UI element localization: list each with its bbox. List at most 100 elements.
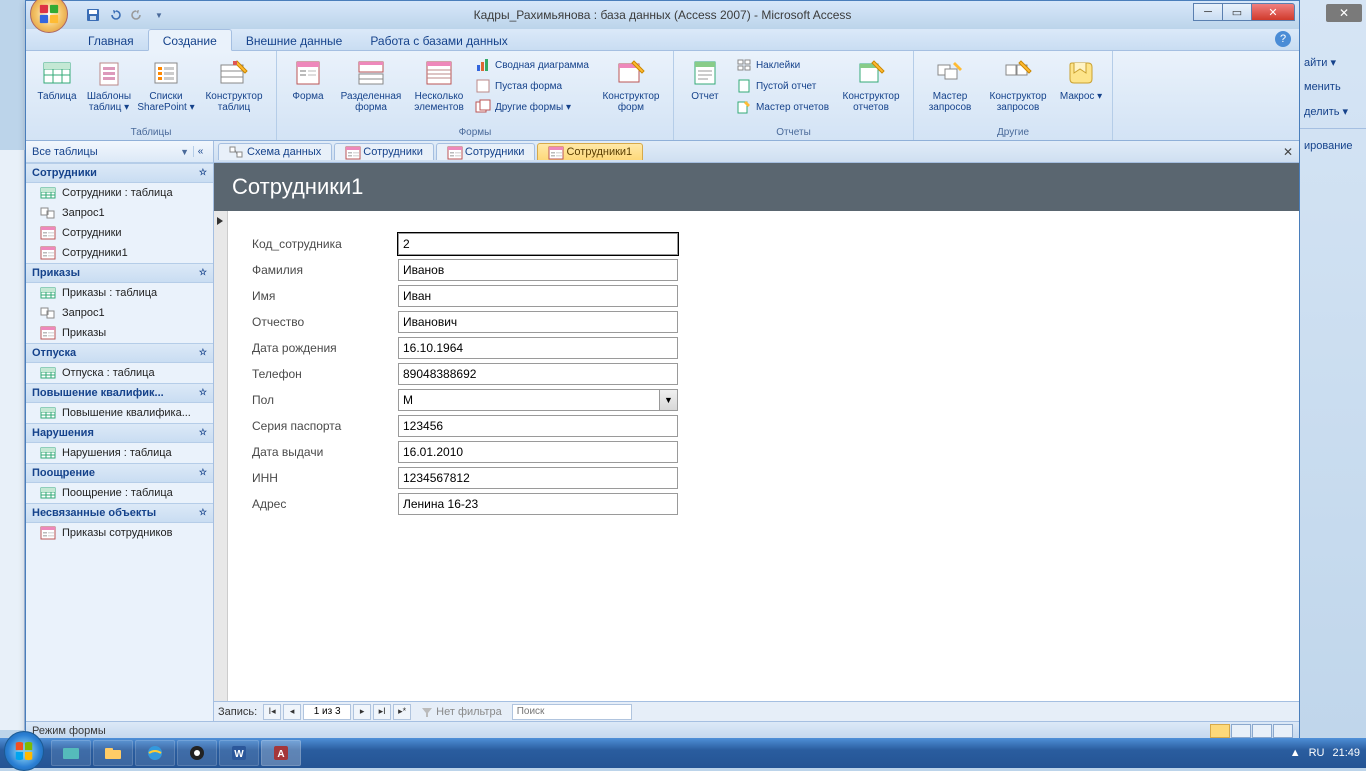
doc-tab[interactable]: Сотрудники [334, 143, 434, 160]
nav-group-header[interactable]: Нарушения☆ [26, 423, 213, 443]
ribbon-btn-table-design[interactable]: Конструктор таблиц [198, 53, 270, 125]
recnav-first-icon[interactable]: I◂ [263, 704, 281, 720]
nav-item[interactable]: Нарушения : таблица [26, 443, 213, 463]
recnav-position-input[interactable] [303, 704, 351, 720]
doc-area: Схема данныхСотрудникиСотрудникиСотрудни… [214, 141, 1299, 721]
taskbar-btn-access[interactable]: A [261, 740, 301, 766]
nav-group-header[interactable]: Повышение квалифик...☆ [26, 383, 213, 403]
ribbon-btn-multiple-items[interactable]: Несколько элементов [409, 53, 469, 125]
doc-tab[interactable]: Схема данных [218, 143, 332, 160]
nav-item[interactable]: Запрос1 [26, 303, 213, 323]
bg-close-icon[interactable]: ✕ [1326, 4, 1362, 22]
ribbon-btn-pivotchart[interactable]: Сводная диаграмма [471, 55, 593, 75]
recnav-search-input[interactable] [512, 704, 632, 720]
ribbon-btn-report-design[interactable]: Конструктор отчетов [835, 53, 907, 125]
nav-group-header[interactable]: Несвязанные объекты☆ [26, 503, 213, 523]
nav-item-label: Отпуска : таблица [62, 367, 155, 379]
nav-item[interactable]: Приказы сотрудников [26, 523, 213, 543]
field-input[interactable] [398, 363, 678, 385]
taskbar-btn-app1[interactable] [177, 740, 217, 766]
nav-group-header[interactable]: Поощрение☆ [26, 463, 213, 483]
nav-item[interactable]: Отпуска : таблица [26, 363, 213, 383]
nav-item[interactable]: Поощрение : таблица [26, 483, 213, 503]
ribbon-btn-split-form[interactable]: Разделенная форма [335, 53, 407, 125]
view-form-icon[interactable] [1210, 724, 1230, 738]
ribbon-btn-labels[interactable]: Наклейки [732, 55, 833, 75]
help-button[interactable]: ? [1275, 31, 1291, 47]
field-label: Дата выдачи [248, 445, 398, 459]
doc-tab-close-icon[interactable]: ✕ [1283, 145, 1293, 159]
ribbon-tab-external[interactable]: Внешние данные [232, 30, 357, 50]
qat-save-icon[interactable] [84, 6, 102, 24]
ribbon-tab-dbtools[interactable]: Работа с базами данных [356, 30, 521, 50]
recnav-new-icon[interactable]: ▸* [393, 704, 411, 720]
nav-item[interactable]: Приказы : таблица [26, 283, 213, 303]
qat-redo-icon[interactable] [128, 6, 146, 24]
view-design-icon[interactable] [1273, 724, 1293, 738]
close-button[interactable]: ✕ [1251, 3, 1295, 21]
field-input[interactable] [398, 415, 678, 437]
field-input[interactable] [398, 493, 678, 515]
ribbon-btn-report[interactable]: Отчет [680, 53, 730, 125]
chevron-down-icon[interactable]: ▼ [659, 390, 677, 410]
nav-group-header[interactable]: Сотрудники☆ [26, 163, 213, 183]
ribbon-btn-macro[interactable]: Макрос ▾ [1056, 53, 1106, 125]
field-input[interactable] [398, 467, 678, 489]
ribbon-btn-sharepoint[interactable]: Списки SharePoint ▾ [136, 53, 196, 125]
taskbar-btn-1[interactable] [51, 740, 91, 766]
form-icon [40, 246, 56, 260]
record-selector[interactable] [214, 211, 228, 701]
field-select[interactable]: М▼ [398, 389, 678, 411]
ribbon-btn-table-templates[interactable]: Шаблоны таблиц ▾ [84, 53, 134, 125]
field-input[interactable] [398, 441, 678, 463]
maximize-button[interactable]: ▭ [1222, 3, 1252, 21]
recnav-next-icon[interactable]: ▸ [353, 704, 371, 720]
view-layout-icon[interactable] [1252, 724, 1272, 738]
recnav-filter[interactable]: Нет фильтра [421, 706, 502, 718]
doc-tab[interactable]: Сотрудники1 [537, 143, 643, 160]
recnav-last-icon[interactable]: ▸I [373, 704, 391, 720]
taskbar-btn-ie[interactable] [135, 740, 175, 766]
start-button[interactable] [4, 731, 44, 771]
nav-item[interactable]: Сотрудники [26, 223, 213, 243]
nav-item[interactable]: Сотрудники1 [26, 243, 213, 263]
nav-item[interactable]: Запрос1 [26, 203, 213, 223]
minimize-button[interactable]: ─ [1193, 3, 1223, 21]
ribbon-btn-form-design[interactable]: Конструктор форм [595, 53, 667, 125]
nav-group-header[interactable]: Приказы☆ [26, 263, 213, 283]
tray-lang[interactable]: RU [1309, 747, 1325, 759]
nav-item[interactable]: Приказы [26, 323, 213, 343]
taskbar-btn-explorer[interactable] [93, 740, 133, 766]
recnav-prev-icon[interactable]: ◂ [283, 704, 301, 720]
window-title: Кадры_Рахимьянова : база данных (Access … [474, 8, 852, 22]
ribbon-tab-create[interactable]: Создание [148, 29, 232, 51]
taskbar-btn-word[interactable]: W [219, 740, 259, 766]
qat-customize-icon[interactable]: ▼ [150, 6, 168, 24]
form-row: Отчество [248, 311, 1299, 333]
view-datasheet-icon[interactable] [1231, 724, 1251, 738]
field-input[interactable] [398, 285, 678, 307]
nav-item[interactable]: Повышение квалифика... [26, 403, 213, 423]
field-input[interactable] [398, 337, 678, 359]
form-row: ИНН [248, 467, 1299, 489]
nav-item[interactable]: Сотрудники : таблица [26, 183, 213, 203]
ribbon-btn-blank-form[interactable]: Пустая форма [471, 76, 593, 96]
field-input[interactable] [398, 259, 678, 281]
field-input[interactable] [398, 311, 678, 333]
qat-undo-icon[interactable] [106, 6, 124, 24]
field-input[interactable] [398, 233, 678, 255]
nav-header[interactable]: Все таблицы▼« [26, 141, 213, 163]
tray-clock[interactable]: 21:49 [1332, 747, 1360, 759]
tray-flag-icon[interactable]: ▲ [1290, 747, 1301, 759]
ribbon-btn-query-wizard[interactable]: Мастер запросов [920, 53, 980, 125]
nav-group-header[interactable]: Отпуска☆ [26, 343, 213, 363]
ribbon-btn-more-forms[interactable]: Другие формы ▾ [471, 97, 593, 117]
ribbon-btn-report-wizard[interactable]: Мастер отчетов [732, 97, 833, 117]
doc-tab[interactable]: Сотрудники [436, 143, 536, 160]
ribbon-btn-query-design[interactable]: Конструктор запросов [982, 53, 1054, 125]
ribbon-btn-blank-report[interactable]: Пустой отчет [732, 76, 833, 96]
ribbon-btn-form[interactable]: Форма [283, 53, 333, 125]
ribbon-tab-home[interactable]: Главная [74, 30, 148, 50]
doc-tab-label: Сотрудники [465, 146, 525, 158]
ribbon-btn-table[interactable]: Таблица [32, 53, 82, 125]
